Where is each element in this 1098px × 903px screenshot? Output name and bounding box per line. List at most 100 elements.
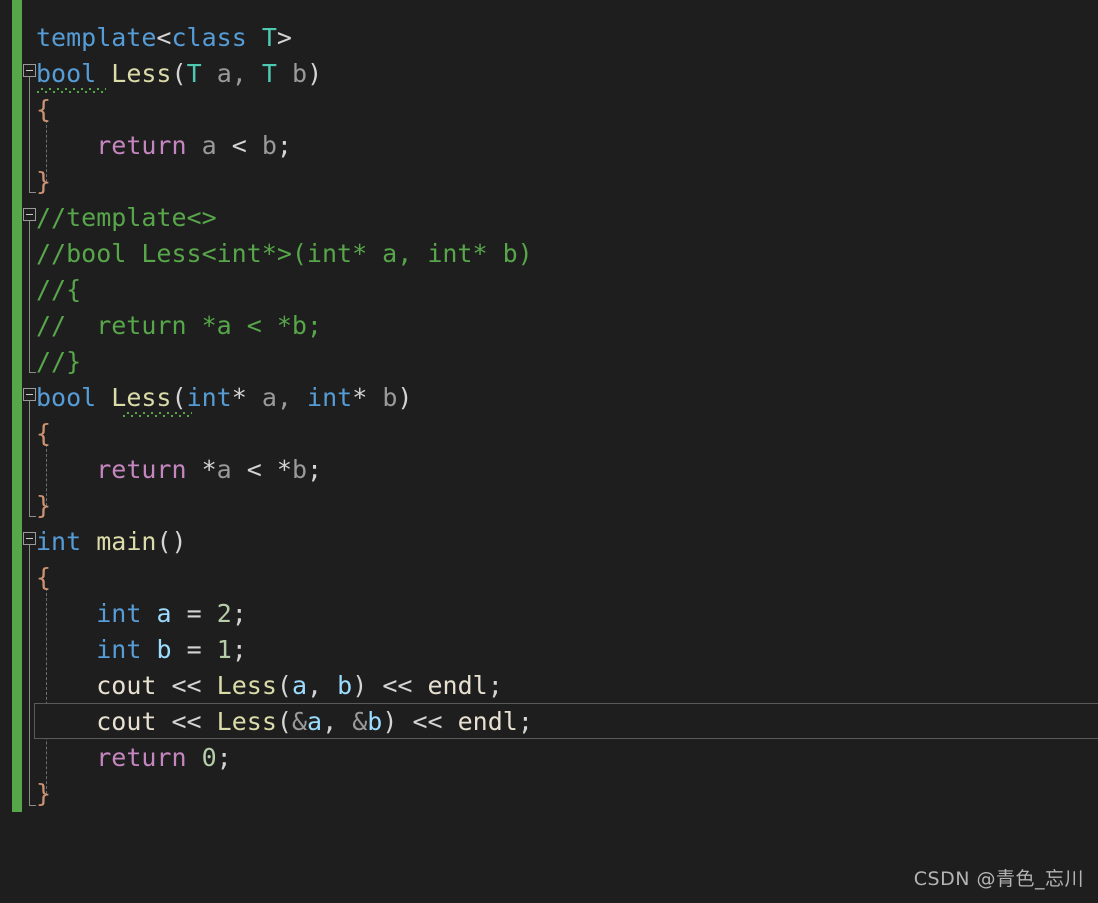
code-line-1[interactable]: template<class T> — [36, 20, 292, 56]
token-variable-a: a — [156, 599, 172, 628]
code-line-10[interactable]: //} — [36, 344, 81, 380]
token-semicolon: ; — [231, 599, 247, 628]
token-keyword-int: int — [186, 383, 232, 412]
token-object-cout: cout — [96, 707, 157, 736]
token-operator-lt: < — [156, 23, 172, 52]
token-brace-close: } — [36, 167, 52, 196]
token-operator-amp: & — [352, 707, 368, 736]
code-line-17[interactable]: int a = 2; — [36, 596, 247, 632]
token-operator-lt: < — [231, 131, 247, 160]
code-line-3[interactable]: { — [36, 92, 51, 128]
code-line-13[interactable]: return *a < *b; — [36, 452, 322, 488]
token-type-T: T — [261, 59, 277, 88]
token-paren-close: ) — [397, 383, 413, 412]
token-function-less: Less — [111, 383, 172, 412]
token-number-2: 2 — [216, 599, 232, 628]
token-param-a: a — [201, 131, 217, 160]
token-variable-a: a — [291, 671, 308, 700]
token-object-endl: endl — [457, 707, 518, 736]
token-number-0: 0 — [201, 743, 217, 772]
token-brace-close: } — [36, 779, 52, 808]
code-line-11[interactable]: bool Less(int* a, int* b) — [36, 380, 412, 416]
token-param-b: b — [292, 59, 308, 88]
code-line-18[interactable]: int b = 1; — [36, 632, 247, 668]
token-semicolon: ; — [307, 455, 323, 484]
code-line-7[interactable]: //bool Less<int*>(int* a, int* b) — [36, 236, 533, 272]
token-paren-close: ) — [352, 671, 368, 700]
token-paren-open: ( — [276, 707, 292, 736]
token-semicolon: ; — [487, 671, 503, 700]
token-function-less: Less — [216, 671, 277, 700]
token-comment: //{ — [36, 275, 82, 304]
code-line-19[interactable]: cout << Less(a, b) << endl; — [36, 668, 503, 704]
token-semicolon: ; — [231, 635, 247, 664]
code-line-8[interactable]: //{ — [36, 272, 81, 308]
token-operator-star: * — [231, 383, 247, 412]
token-function-main: main — [96, 527, 157, 556]
token-keyword-bool: bool — [36, 59, 97, 88]
token-brace-open: { — [36, 563, 52, 592]
token-semicolon: ; — [517, 707, 533, 736]
code-line-21[interactable]: return 0; — [36, 740, 232, 776]
code-text-layer[interactable]: template<class T> bool Less(T a, T b) { … — [0, 0, 1098, 903]
code-line-14[interactable]: } — [36, 488, 51, 524]
token-brace-open: { — [36, 419, 52, 448]
code-line-12[interactable]: { — [36, 416, 51, 452]
token-operator-shift: << — [412, 707, 443, 736]
code-line-4[interactable]: return a < b; — [36, 128, 292, 164]
token-comment: // return *a < *b; — [36, 311, 322, 340]
token-operator-star: * — [352, 383, 368, 412]
code-editor[interactable]: template<class T> bool Less(T a, T b) { … — [0, 0, 1098, 903]
token-operator-amp: & — [291, 707, 308, 736]
token-paren-close: ) — [382, 707, 398, 736]
token-brace-close: } — [36, 491, 52, 520]
token-operator-star: * — [201, 455, 217, 484]
token-keyword-int: int — [307, 383, 353, 412]
token-keyword-int: int — [96, 599, 142, 628]
token-brace-open: { — [36, 95, 52, 124]
token-object-endl: endl — [427, 671, 488, 700]
token-object-cout: cout — [96, 671, 157, 700]
token-comma: , — [231, 59, 247, 88]
token-comma: , — [307, 671, 323, 700]
token-keyword-template: template — [36, 23, 157, 52]
code-line-5[interactable]: } — [36, 164, 51, 200]
token-keyword-class: class — [171, 23, 247, 52]
code-line-15[interactable]: int main() — [36, 524, 187, 560]
code-line-9[interactable]: // return *a < *b; — [36, 308, 322, 344]
code-line-2[interactable]: bool Less(T a, T b) — [36, 56, 322, 92]
code-line-22[interactable]: } — [36, 776, 51, 812]
token-type-T: T — [261, 23, 277, 52]
token-function-less: Less — [111, 59, 172, 88]
token-comma: , — [322, 707, 338, 736]
code-line-6[interactable]: //template<> — [36, 200, 217, 236]
token-variable-b: b — [156, 635, 172, 664]
token-keyword-int: int — [96, 635, 142, 664]
token-variable-b: b — [367, 707, 383, 736]
token-function-less: Less — [216, 707, 277, 736]
token-comment: //bool Less<int*>(int* a, int* b) — [36, 239, 533, 268]
token-operator-shift: << — [171, 671, 202, 700]
token-number-1: 1 — [216, 635, 232, 664]
token-paren-open: ( — [156, 527, 172, 556]
token-paren-close: ) — [307, 59, 323, 88]
token-comma: , — [276, 383, 292, 412]
token-comment: //} — [36, 347, 82, 376]
token-keyword-bool: bool — [36, 383, 97, 412]
token-operator-assign: = — [186, 599, 202, 628]
token-operator-shift: << — [171, 707, 202, 736]
token-keyword-int: int — [36, 527, 82, 556]
code-line-20[interactable]: cout << Less(&a, &b) << endl; — [36, 704, 533, 740]
token-operator-star: * — [276, 455, 292, 484]
token-param-a: a — [216, 455, 232, 484]
token-variable-a: a — [307, 707, 323, 736]
token-keyword-return: return — [96, 131, 187, 160]
token-keyword-return: return — [96, 455, 187, 484]
token-param-b: b — [261, 131, 277, 160]
code-line-16[interactable]: { — [36, 560, 51, 596]
token-operator-shift: << — [382, 671, 413, 700]
token-variable-b: b — [337, 671, 353, 700]
token-operator-lt: < — [246, 455, 262, 484]
token-param-b: b — [382, 383, 398, 412]
token-paren-open: ( — [171, 59, 187, 88]
